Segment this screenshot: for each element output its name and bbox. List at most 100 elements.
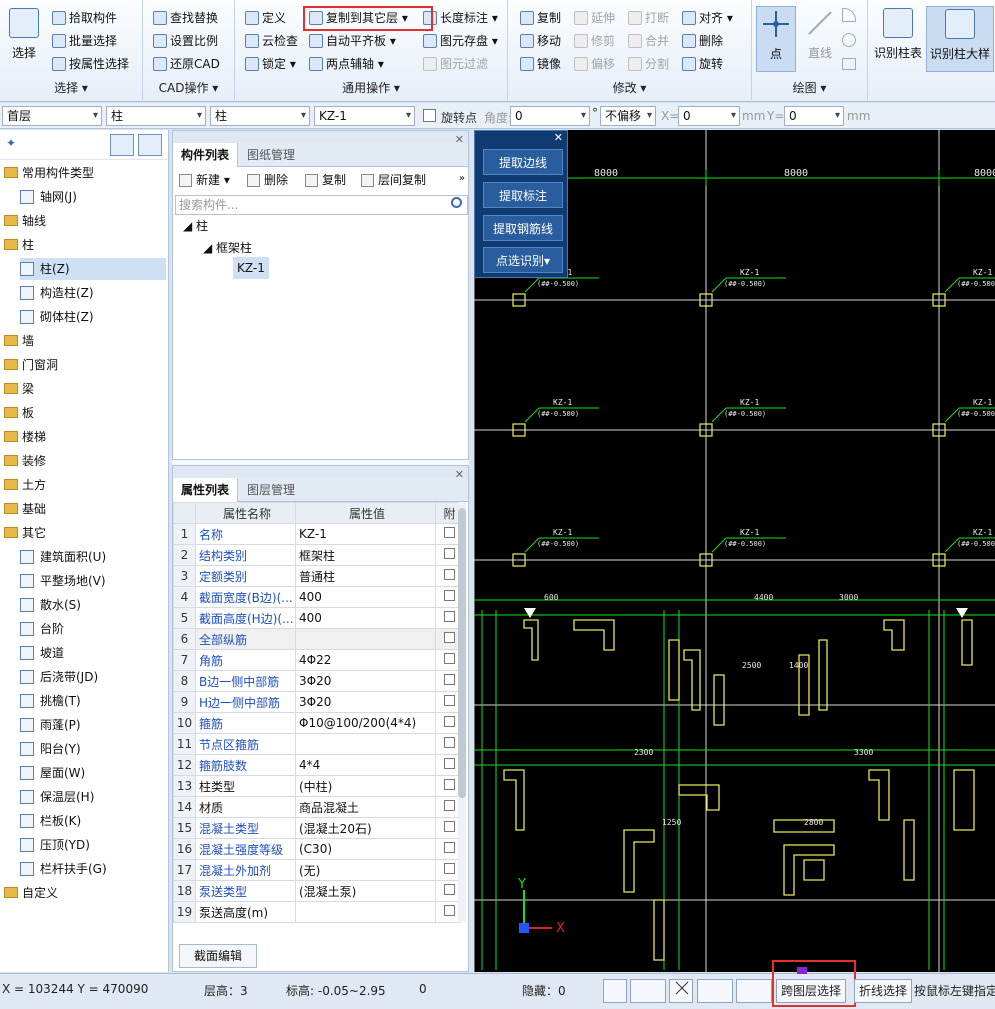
category-select[interactable]: 柱 [106, 106, 206, 126]
property-attach-cell[interactable] [435, 880, 461, 902]
component-select[interactable]: KZ-1 [314, 106, 415, 126]
scrollbar-thumb[interactable] [458, 508, 466, 798]
property-value[interactable]: 3Φ20 [295, 670, 436, 692]
property-attach-cell[interactable] [435, 544, 461, 566]
copy-button[interactable]: 复制 [520, 8, 561, 28]
attach-checkbox[interactable] [444, 758, 455, 769]
property-row[interactable]: 3 定额类别 普通柱 [173, 565, 461, 587]
property-row[interactable]: 2 结构类别 框架柱 [173, 544, 461, 566]
property-value[interactable]: 4*4 [295, 754, 436, 776]
auto-align-slab-button[interactable]: 自动平齐板 ▾ [309, 31, 396, 51]
property-row[interactable]: 5 截面高度(H边)(... 400 [173, 607, 461, 629]
attach-checkbox[interactable] [444, 716, 455, 727]
extract-rebar-button[interactable]: 提取钢筋线 [483, 215, 563, 241]
property-row[interactable]: 19 泵送高度(m) [173, 901, 461, 923]
property-row[interactable]: 16 混凝土强度等级 (C30) [173, 838, 461, 860]
draw-line-button[interactable]: 直线 [800, 8, 840, 61]
tree-item[interactable]: 屋面(W) [20, 762, 166, 784]
tree-item[interactable]: 其它 [4, 522, 164, 544]
tree-item[interactable]: 墙 [4, 330, 164, 352]
tree-item[interactable]: 梁 [4, 378, 164, 400]
angle-input[interactable]: 0 [510, 106, 590, 126]
property-value[interactable] [295, 628, 436, 650]
trim-button[interactable]: 修剪 [574, 31, 615, 51]
attach-checkbox[interactable] [444, 821, 455, 832]
property-attach-cell[interactable] [435, 649, 461, 671]
dimension-toggle-icon[interactable] [736, 979, 772, 1003]
align-button[interactable]: 对齐 ▾ [682, 8, 733, 28]
property-row[interactable]: 7 角筋 4Φ22 [173, 649, 461, 671]
search-icon[interactable] [451, 197, 462, 208]
y-input[interactable]: 0 [784, 106, 844, 126]
property-attach-cell[interactable] [435, 670, 461, 692]
property-attach-cell[interactable] [435, 586, 461, 608]
property-attach-cell[interactable] [435, 628, 461, 650]
tree-item[interactable]: 建筑面积(U) [20, 546, 166, 568]
tree-item[interactable]: 阳台(Y) [20, 738, 166, 760]
snap-toggle-icon[interactable] [630, 979, 666, 1003]
attach-checkbox[interactable] [444, 737, 455, 748]
pick-component-button[interactable]: 拾取构件 [52, 8, 117, 28]
identify-column-detail-button[interactable]: 识别柱大样 [926, 6, 994, 72]
close-icon[interactable]: ✕ [554, 131, 563, 144]
tree-item[interactable]: 雨蓬(P) [20, 714, 166, 736]
tree-item[interactable]: 栏杆扶手(G) [20, 858, 166, 880]
tree-item[interactable]: 常用构件类型 [4, 162, 164, 184]
property-row[interactable]: 10 箍筋 Φ10@100/200(4*4) [173, 712, 461, 734]
angle-toggle-icon[interactable] [697, 979, 733, 1003]
new-button[interactable]: 新建 ▾ [179, 169, 230, 191]
batch-select-button[interactable]: 批量选择 [52, 31, 117, 51]
property-row[interactable]: 8 B边一侧中部筋 3Φ20 [173, 670, 461, 692]
property-scrollbar[interactable] [458, 502, 466, 922]
tree-item[interactable]: 压顶(YD) [20, 834, 166, 856]
component-search-input[interactable]: 搜索构件... [175, 195, 468, 215]
floor-select[interactable]: 首层 [2, 106, 102, 126]
set-scale-button[interactable]: 设置比例 [153, 31, 218, 51]
property-attach-cell[interactable] [435, 733, 461, 755]
tree-item[interactable]: 台阶 [20, 618, 166, 640]
tree-node-kz1[interactable]: KZ-1 [233, 257, 269, 279]
property-attach-cell[interactable] [435, 796, 461, 818]
draw-group-title[interactable]: 绘图 ▾ [752, 79, 867, 96]
attach-checkbox[interactable] [444, 884, 455, 895]
two-point-axis-button[interactable]: 两点辅轴 ▾ [309, 54, 384, 74]
find-replace-button[interactable]: 查找替换 [153, 8, 218, 28]
property-row[interactable]: 12 箍筋肢数 4*4 [173, 754, 461, 776]
property-value[interactable]: 400 [295, 607, 436, 629]
tab-component-list[interactable]: 构件列表 [173, 143, 239, 167]
property-row[interactable]: 13 柱类型 (中柱) [173, 775, 461, 797]
point-identify-button[interactable]: 点选识别▾ [483, 247, 563, 273]
property-attach-cell[interactable] [435, 859, 461, 881]
grid-view-icon[interactable] [138, 134, 162, 156]
offset-button[interactable]: 偏移 [574, 54, 615, 74]
offset-select[interactable]: 不偏移 [600, 106, 656, 126]
extend-button[interactable]: 延伸 [574, 8, 615, 28]
property-attach-cell[interactable] [435, 901, 461, 923]
rotate-point-checkbox[interactable] [423, 109, 436, 122]
section-edit-button[interactable]: 截面编辑 [179, 944, 258, 968]
tree-item[interactable]: 构造柱(Z) [20, 282, 166, 304]
attach-checkbox[interactable] [444, 779, 455, 790]
restore-cad-button[interactable]: 还原CAD [153, 54, 220, 74]
attach-checkbox[interactable] [444, 632, 455, 643]
draw-point-button[interactable]: 点 [756, 6, 796, 72]
select-group-title[interactable]: 选择 ▾ [0, 79, 142, 96]
rotate-button[interactable]: 旋转 [682, 54, 723, 74]
more-icon[interactable]: » [459, 173, 465, 184]
mirror-button[interactable]: 镜像 [520, 54, 561, 74]
identify-column-table-button[interactable]: 识别柱表 [870, 8, 926, 61]
property-attach-cell[interactable] [435, 838, 461, 860]
cross-toggle-icon[interactable] [669, 979, 693, 1003]
save-element-button[interactable]: 图元存盘 ▾ [423, 31, 498, 51]
general-group-title[interactable]: 通用操作 ▾ [235, 79, 507, 96]
tree-item[interactable]: 柱 [4, 234, 164, 256]
property-attach-cell[interactable] [435, 775, 461, 797]
property-value[interactable]: 商品混凝土 [295, 796, 436, 818]
cloud-check-button[interactable]: 云检查 [245, 31, 298, 51]
property-attach-cell[interactable] [435, 691, 461, 713]
attach-checkbox[interactable] [444, 590, 455, 601]
tree-node-frame-column[interactable]: ◢ 框架柱 [203, 239, 252, 256]
attach-checkbox[interactable] [444, 863, 455, 874]
tree-item[interactable]: 楼梯 [4, 426, 164, 448]
define-button[interactable]: 定义 [245, 8, 286, 28]
